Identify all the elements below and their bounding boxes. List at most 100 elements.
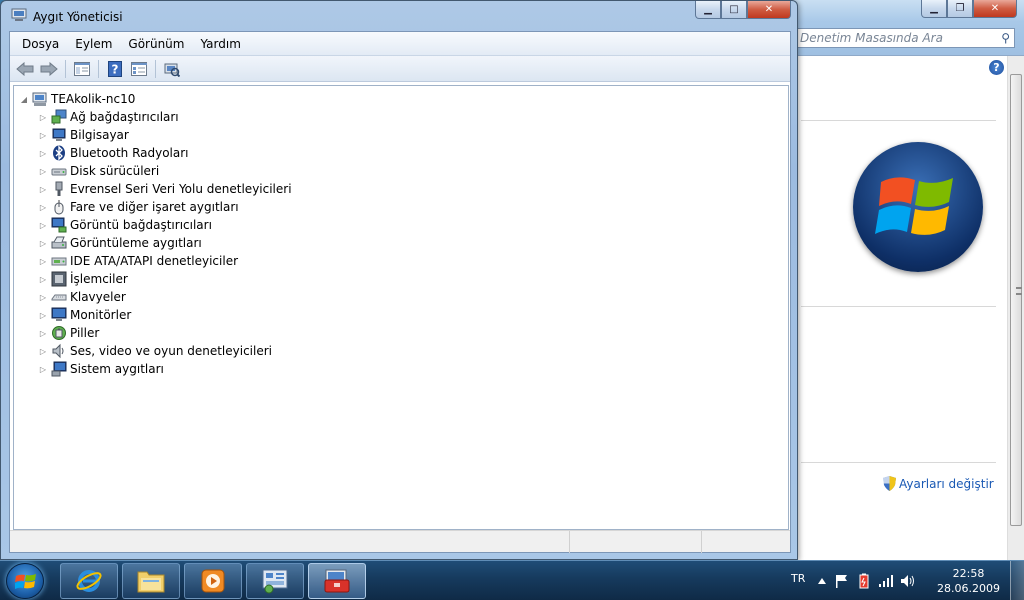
tree-item-label: Bilgisayar: [70, 128, 129, 142]
expand-arrow-icon[interactable]: ▷: [38, 346, 48, 356]
maximize-button[interactable]: ❐: [947, 0, 973, 18]
tree-item-disk-drives[interactable]: ▷ Disk sürücüleri: [38, 162, 159, 180]
tree-item-label: Disk sürücüleri: [70, 164, 160, 178]
device-manager-icon: [11, 8, 27, 21]
search-input[interactable]: Denetim Masasında Ara ⚲: [795, 28, 1015, 48]
start-button[interactable]: [6, 563, 44, 599]
tree-item-network-adapters[interactable]: ▷ Ağ bağdaştırıcıları: [38, 108, 179, 126]
tree-item-system-devices[interactable]: ▷ Sistem aygıtları: [38, 360, 164, 378]
tree-item-keyboards[interactable]: ▷ Klavyeler: [38, 288, 126, 306]
show-desktop-button[interactable]: [1010, 561, 1024, 600]
bluetooth-icon: [51, 145, 67, 161]
status-pane: [570, 531, 702, 553]
title-bar[interactable]: Aygıt Yöneticisi ▁ □ ✕: [1, 1, 797, 31]
wireless-signal-icon[interactable]: [878, 573, 894, 589]
window-client-area: Dosya Eylem Görünüm Yardım ? ◢ TEAkolik-…: [9, 31, 791, 553]
minimize-button[interactable]: ▁: [695, 1, 721, 19]
toolbar: ?: [10, 56, 790, 82]
tree-item-monitors[interactable]: ▷ Monitörler: [38, 306, 131, 324]
menu-bar: Dosya Eylem Görünüm Yardım: [10, 32, 790, 56]
expand-arrow-icon[interactable]: ▷: [38, 328, 48, 338]
maximize-button[interactable]: □: [721, 1, 747, 19]
tree-item-sound-controllers[interactable]: ▷ Ses, video ve oyun denetleyicileri: [38, 342, 272, 360]
close-button[interactable]: ✕: [973, 0, 1017, 18]
status-pane: [10, 531, 570, 553]
expand-arrow-icon[interactable]: ▷: [38, 310, 48, 320]
usb-icon: [51, 181, 67, 197]
window-title: Aygıt Yöneticisi: [33, 10, 123, 24]
tree-item-label: Ses, video ve oyun denetleyicileri: [70, 344, 273, 358]
tree-item-label: Evrensel Seri Veri Yolu denetleyicileri: [70, 182, 292, 196]
taskbar-windows-explorer[interactable]: [122, 563, 180, 599]
battery-icon: [51, 325, 67, 341]
expand-arrow-icon[interactable]: ▷: [38, 220, 48, 230]
tree-item-display-adapters[interactable]: ▷ Görüntü bağdaştırıcıları: [38, 216, 212, 234]
expand-arrow-icon[interactable]: ▷: [38, 130, 48, 140]
expand-arrow-icon[interactable]: ▷: [38, 256, 48, 266]
search-icon[interactable]: ⚲: [1001, 29, 1010, 47]
menu-file[interactable]: Dosya: [14, 33, 67, 55]
collapse-arrow-icon[interactable]: ◢: [19, 94, 29, 104]
menu-help[interactable]: Yardım: [192, 33, 248, 55]
minimize-button[interactable]: ▁: [921, 0, 947, 18]
menu-view[interactable]: Görünüm: [120, 33, 192, 55]
tree-item-processors[interactable]: ▷ İşlemciler: [38, 270, 128, 288]
forward-arrow-icon[interactable]: [38, 59, 60, 79]
taskbar-media-player[interactable]: [184, 563, 242, 599]
show-hidden-icons-icon[interactable]: [814, 573, 830, 589]
tree-item-bluetooth-radios[interactable]: ▷ Bluetooth Radyoları: [38, 144, 189, 162]
monitor-icon: [51, 307, 67, 323]
tree-item-label: IDE ATA/ATAPI denetleyiciler: [70, 254, 239, 268]
taskbar-control-panel[interactable]: [246, 563, 304, 599]
window-caption-buttons: ▁ □ ✕: [695, 1, 791, 19]
change-settings-link[interactable]: Ayarları değiştir: [883, 476, 994, 491]
help-icon[interactable]: ?: [989, 60, 1004, 75]
show-hide-console-tree-icon[interactable]: [71, 59, 93, 79]
tree-item-imaging-devices[interactable]: ▷ Görüntüleme aygıtları: [38, 234, 202, 252]
system-device-icon: [51, 361, 67, 377]
taskbar-device-manager[interactable]: [308, 563, 366, 599]
scrollbar-thumb[interactable]: [1010, 74, 1022, 526]
tree-item-label: Monitörler: [70, 308, 132, 322]
expand-arrow-icon[interactable]: ▷: [38, 274, 48, 284]
expand-arrow-icon[interactable]: ▷: [38, 202, 48, 212]
expand-arrow-icon[interactable]: ▷: [38, 148, 48, 158]
menu-action[interactable]: Eylem: [67, 33, 120, 55]
internet-explorer-icon: [76, 570, 102, 592]
tree-item-label: Görüntü bağdaştırıcıları: [70, 218, 212, 232]
tree-root[interactable]: ◢ TEAkolik-nc10: [19, 90, 135, 108]
tree-item-ide-controllers[interactable]: ▷ IDE ATA/ATAPI denetleyiciler: [38, 252, 238, 270]
back-arrow-icon[interactable]: [14, 59, 36, 79]
taskbar-internet-explorer[interactable]: [60, 563, 118, 599]
windows-flag-icon: [15, 574, 36, 589]
keyboard-icon: [51, 289, 67, 305]
tree-item-computer[interactable]: ▷ Bilgisayar: [38, 126, 129, 144]
close-button[interactable]: ✕: [747, 1, 791, 19]
action-center-flag-icon[interactable]: [834, 573, 850, 589]
language-indicator[interactable]: TR: [791, 572, 805, 585]
expand-arrow-icon[interactable]: ▷: [38, 112, 48, 122]
tree-item-label: Sistem aygıtları: [70, 362, 164, 376]
change-settings-label: Ayarları değiştir: [899, 476, 994, 491]
properties-icon[interactable]: [128, 59, 150, 79]
tree-item-label: İşlemciler: [70, 272, 128, 286]
processor-icon: [51, 271, 67, 287]
tree-item-batteries[interactable]: ▷ Piller: [38, 324, 99, 342]
expand-arrow-icon[interactable]: ▷: [38, 292, 48, 302]
control-panel-caption-buttons: ▁ ❐ ✕: [921, 0, 1017, 18]
tree-item-label: Görüntüleme aygıtları: [70, 236, 202, 250]
expand-arrow-icon[interactable]: ▷: [38, 166, 48, 176]
expand-arrow-icon[interactable]: ▷: [38, 238, 48, 248]
expand-arrow-icon[interactable]: ▷: [38, 184, 48, 194]
tree-item-mice[interactable]: ▷ Fare ve diğer işaret aygıtları: [38, 198, 239, 216]
help-icon[interactable]: ?: [104, 59, 126, 79]
expand-arrow-icon[interactable]: ▷: [38, 364, 48, 374]
system-clock[interactable]: 22:58 28.06.2009: [937, 566, 1000, 596]
tree-root-label: TEAkolik-nc10: [51, 92, 136, 106]
volume-icon[interactable]: [900, 573, 916, 589]
tree-item-usb-controllers[interactable]: ▷ Evrensel Seri Veri Yolu denetleyiciler…: [38, 180, 292, 198]
battery-status-icon[interactable]: [856, 573, 872, 589]
uac-shield-icon: [883, 476, 896, 491]
vertical-scrollbar[interactable]: [1007, 56, 1024, 562]
scan-hardware-icon[interactable]: [161, 59, 183, 79]
